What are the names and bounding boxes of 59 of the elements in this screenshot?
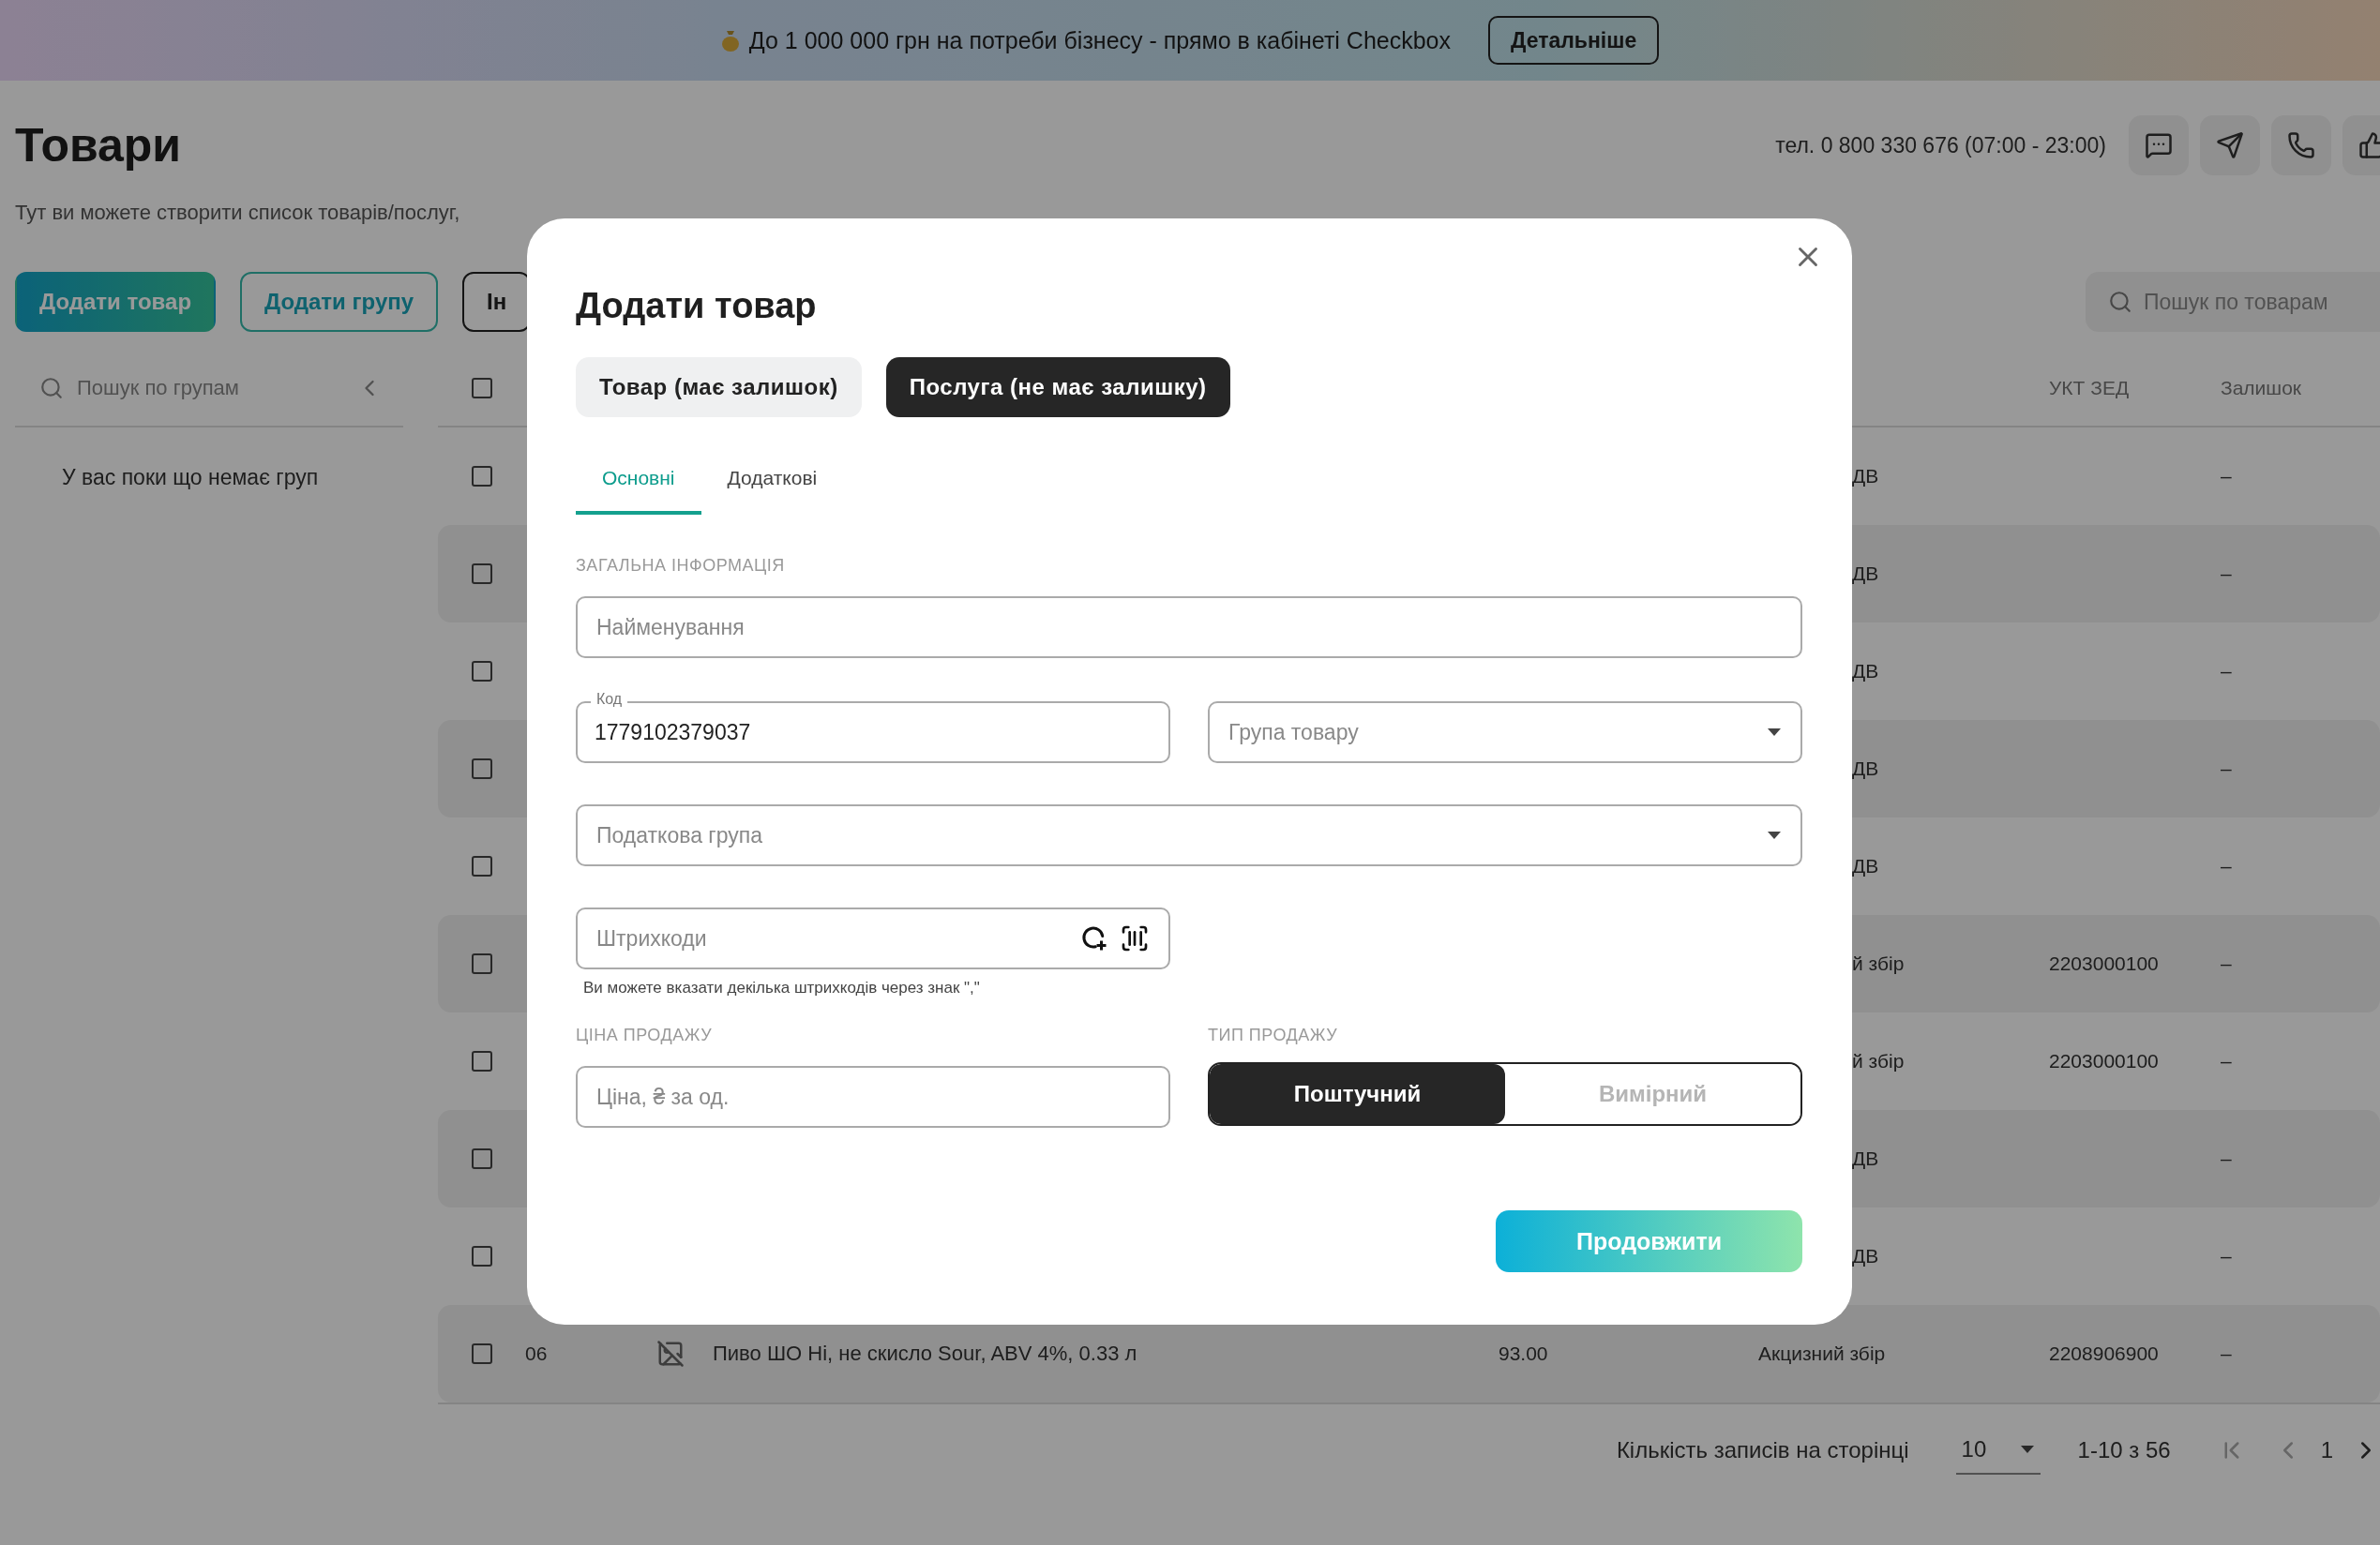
column-header: УКТ ЗЕД [2049, 377, 2131, 399]
product-search-field[interactable]: Пошук по товарам [2086, 272, 2380, 332]
empty-groups-text: У вас поки що немає груп [62, 465, 320, 490]
table-cell-text: – [2221, 660, 2233, 682]
table-cell-text: й збір [1851, 952, 1906, 975]
table-cell-text: – [2221, 952, 2233, 975]
section-label: ЗАГАЛЬНА ІНФОРМАЦІЯ [576, 556, 786, 576]
page-description: Тут ви можете створити список товарів/послуг, [15, 201, 461, 225]
table-cell-text: ДВ [1851, 660, 1880, 682]
group-search-field[interactable]: Пошук по групам [15, 351, 403, 428]
table-cell-text: 2203000100 [2049, 952, 2160, 975]
table-cell-text: й збір [1851, 1050, 1906, 1072]
table-cell-text: 2203000100 [2049, 1050, 2160, 1072]
table-cell-text: – [2221, 562, 2233, 585]
table-cell-text: 2208906900 [2049, 1342, 2160, 1365]
table-cell-text: – [2221, 1342, 2233, 1365]
promo-text: До 1 000 000 грн на потреби бізнесу - прямо в кабінеті Checkbox [720, 26, 1451, 54]
table-cell-text: – [2221, 855, 2233, 878]
rows-per-page-label: Кількість записів на сторінці [1616, 1437, 1909, 1463]
barcode-field[interactable]: Штрихкоди [576, 908, 1170, 969]
table-cell-text: 93.00 [1499, 1342, 1549, 1365]
section-label: ЦІНА ПРОДАЖУ [576, 1026, 714, 1045]
table-cell-text: ДВ [1851, 855, 1880, 878]
table-cell-text: ДВ [1851, 1245, 1880, 1268]
table-cell-text: – [2221, 1245, 2233, 1268]
page-range: 1-10 з 56 [2077, 1437, 2171, 1463]
tab[interactable]: Основні [576, 445, 701, 515]
code-field[interactable]: Код 1779102379037 [576, 688, 1170, 763]
tax-group-select[interactable]: Податкова група [576, 804, 1802, 866]
price-field[interactable]: Ціна, ₴ за од. [576, 1066, 1170, 1128]
column-header: Залишок [2221, 377, 2303, 399]
field-hint: Ви можете вказати декілька штрихкодів через знак "," [583, 979, 981, 998]
name-field[interactable]: Найменування [576, 596, 1802, 658]
table-cell-text: ДВ [1851, 1148, 1880, 1170]
table-cell-text: ДВ [1851, 562, 1880, 585]
page-size-select[interactable]: 10 [1955, 1426, 2041, 1475]
dialog-title: Додати товар [576, 285, 818, 327]
tab[interactable]: Додаткові [700, 445, 844, 515]
type-option[interactable]: Послуга (не має залишку) [885, 357, 1230, 417]
table-cell-text: – [2221, 465, 2233, 488]
table-cell-text: Пиво ШО Ні, не скисло Sour, ABV 4%, 0.33 л [713, 1340, 1138, 1367]
support-phone: тел. 0 800 330 676 (07:00 - 23:00) [1775, 132, 2106, 158]
page-title: Товари [15, 118, 182, 172]
action-button[interactable]: Додати товар [15, 272, 217, 332]
page-number: 1 [2320, 1437, 2333, 1463]
table-cell-text: 06 [525, 1342, 549, 1365]
table-cell-text: ДВ [1851, 758, 1880, 780]
section-label: ТИП ПРОДАЖУ [1208, 1026, 1339, 1045]
action-button[interactable]: Додати групу [240, 272, 439, 332]
table-cell-text: Акцизний збір [1758, 1342, 1887, 1365]
table-cell-text: – [2221, 1050, 2233, 1072]
sale-type-option[interactable]: Поштучний [1210, 1064, 1505, 1124]
table-cell-text: – [2221, 758, 2233, 780]
table-cell-text: – [2221, 1148, 2233, 1170]
continue-button[interactable]: Продовжити [1496, 1210, 1802, 1272]
details-button[interactable]: Детальніше [1488, 16, 1660, 65]
group-select[interactable]: Група товару [1208, 701, 1802, 763]
type-option[interactable]: Товар (має залишок) [576, 357, 862, 417]
table-cell-text: ДВ [1851, 465, 1880, 488]
